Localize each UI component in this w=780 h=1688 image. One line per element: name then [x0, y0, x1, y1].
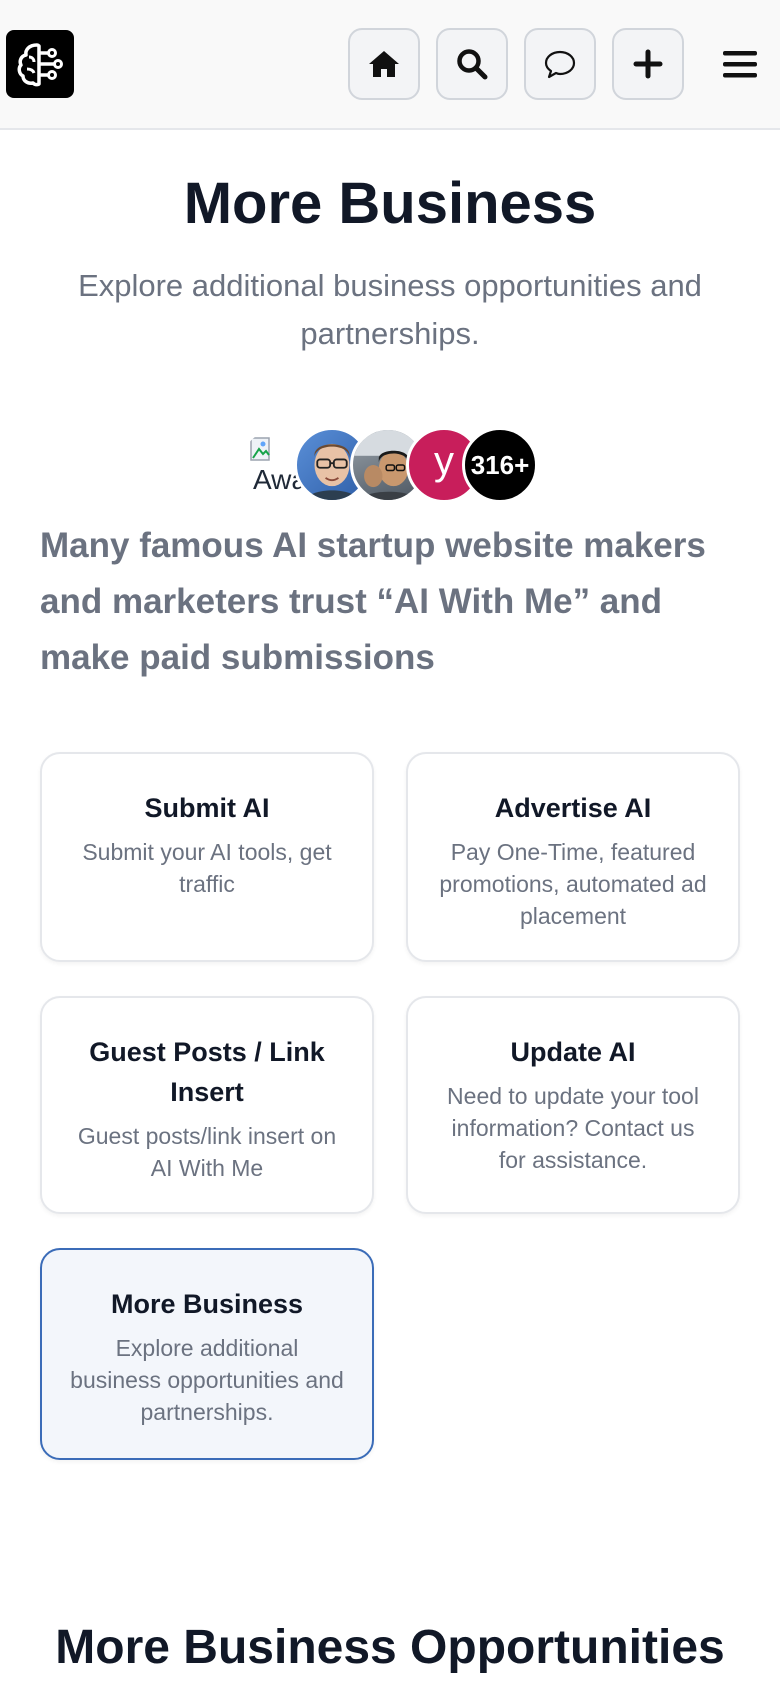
card-description: Explore additional business opportunitie… — [70, 1335, 344, 1425]
card-description: Pay One-Time, featured promotions, autom… — [439, 839, 707, 929]
card-title: Update AI — [510, 1037, 636, 1067]
home-button[interactable] — [348, 28, 420, 100]
page-subtitle: Explore additional business opportunitie… — [78, 268, 702, 351]
card-update-ai[interactable]: Update AI Need to update your tool infor… — [406, 996, 740, 1214]
page-title: More Business — [183, 171, 597, 236]
card-more-business[interactable]: More Business Explore additional busines… — [40, 1248, 374, 1460]
card-guest-posts[interactable]: Guest Posts / Link Insert Guest posts/li… — [40, 996, 374, 1214]
add-button[interactable] — [612, 28, 684, 100]
chat-bubble-icon — [544, 50, 576, 79]
avatar-count-badge: 316+ — [462, 427, 538, 503]
card-title: More Business — [110, 1289, 304, 1319]
trust-statement: Many famous AI startup website makers an… — [40, 526, 706, 677]
card-title: Submit AI — [144, 793, 270, 823]
card-advertise-ai[interactable]: Advertise AI Pay One-Time, featured prom… — [406, 752, 740, 962]
avatar-count: 316+ — [470, 449, 530, 480]
card-title: Guest Posts / Link Insert — [89, 1037, 325, 1107]
card-submit-ai[interactable]: Submit AI Submit your AI tools, get traf… — [40, 752, 374, 962]
search-button[interactable] — [436, 28, 508, 100]
card-description: Submit your AI tools, get traffic — [82, 839, 332, 897]
top-navbar — [0, 0, 780, 130]
card-description: Guest posts/link insert on AI With Me — [77, 1123, 337, 1181]
card-title: Advertise AI — [494, 793, 652, 823]
section-title: More Business Opportunities — [55, 1621, 725, 1674]
card-description: Need to update your tool information? Co… — [447, 1083, 699, 1173]
hamburger-menu-icon — [723, 51, 757, 78]
menu-button[interactable] — [712, 40, 768, 88]
brain-circuit-icon — [17, 43, 63, 87]
chat-button[interactable] — [524, 28, 596, 100]
plus-icon — [633, 49, 663, 79]
avatar-letter: y — [434, 439, 454, 483]
site-logo[interactable] — [6, 30, 74, 98]
avatar-group: Awa y 316+ — [238, 427, 548, 503]
search-icon — [457, 49, 488, 80]
home-icon — [369, 51, 399, 77]
broken-image-icon — [250, 437, 270, 461]
